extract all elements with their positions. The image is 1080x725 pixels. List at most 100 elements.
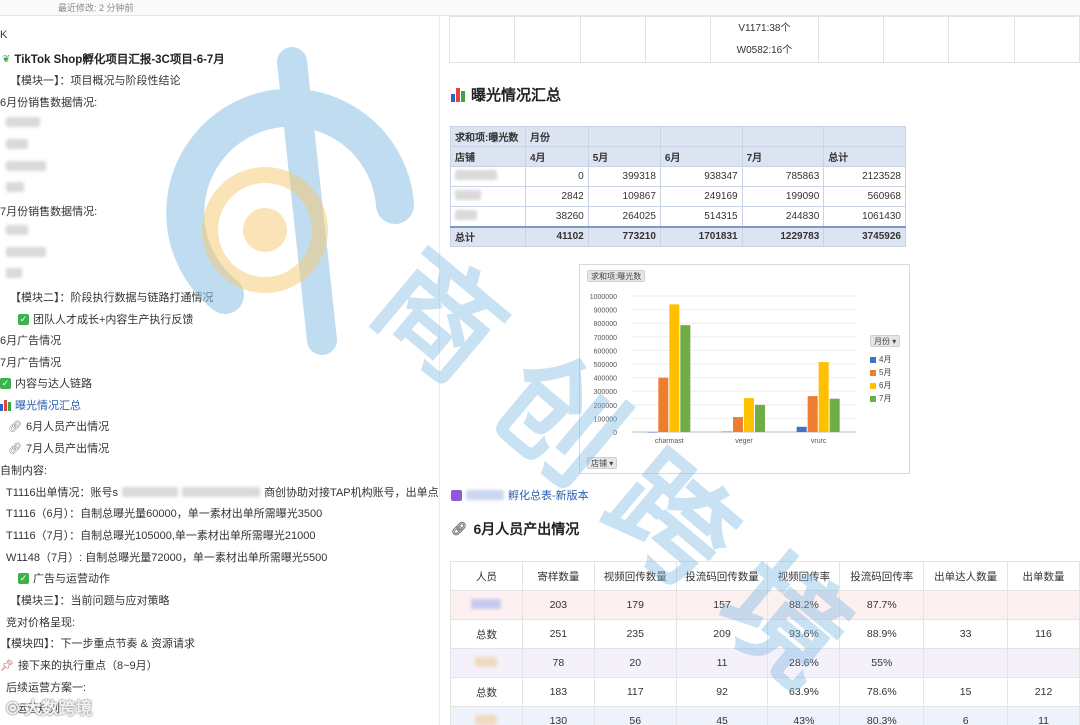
outline-item-title[interactable]: ❦ TikTok Shop孵化项目汇报-3C项目-6-7月	[2, 51, 225, 67]
y-tick-label: 100000	[594, 416, 617, 423]
outline-item-exposure[interactable]: 曝光情况汇总	[0, 397, 81, 413]
pivot-row-label: 店铺	[450, 146, 526, 167]
pivot-cell: 514315	[659, 206, 743, 227]
pivot-col-header: 6月	[659, 146, 743, 167]
table-cell: 56	[593, 706, 677, 725]
store-filter-button[interactable]: 店铺 ▾	[587, 457, 618, 469]
table-cell	[948, 16, 1015, 63]
outline-item-july-people[interactable]: 🔗︎ 7月人员产出情况	[8, 440, 109, 456]
paperclip-icon: 🔗︎	[8, 420, 22, 433]
pivot-col-header: 7月	[741, 146, 825, 167]
table-cell: 88.2%	[767, 590, 841, 620]
pivot-total-cell: 773210	[587, 225, 661, 247]
column-header: 寄样数量	[521, 561, 595, 591]
y-tick-label: 1000000	[590, 294, 617, 301]
outline-item-w1148-july[interactable]: W1148（7月）: 自制总曝光量72000，单一素材出单所需曝光5500	[6, 549, 327, 565]
last-modified-text: 最近修改: 2 分钟前	[58, 3, 134, 13]
outline-item-ads-ops[interactable]: ✓ 广告与运营动作	[18, 570, 110, 586]
table-cell	[579, 16, 646, 63]
outline-item-next-focus[interactable]: 📌︎ 接下来的执行重点（8~9月）	[0, 657, 158, 673]
cell-value: W0582:16个	[736, 44, 793, 56]
column-header: 人员	[450, 561, 523, 591]
table-cell: 87.7%	[839, 590, 925, 620]
checkbox-icon: ✓	[18, 313, 29, 325]
table-cell: 117	[593, 677, 677, 707]
pivot-total-label: 总计	[450, 225, 526, 247]
exposure-heading: 曝光情况汇总	[451, 84, 561, 105]
redacted-person	[450, 706, 523, 725]
table-cell: 80.3%	[839, 706, 925, 725]
bar-5月	[658, 377, 669, 432]
exposure-bar-chart: 求和项:曝光数 0 100000 200000 300000 400000 500000 6…	[579, 264, 910, 474]
outline-collapse-button[interactable]: K	[0, 29, 7, 41]
y-tick-label: 200000	[594, 403, 617, 410]
table-cell: 63.9%	[767, 677, 841, 707]
column-header: 投流码回传数量	[675, 561, 769, 591]
pivot-total-cell: 1701831	[659, 225, 743, 247]
checkbox-icon: ✓	[0, 377, 11, 389]
pivot-cell: 938347	[659, 166, 743, 187]
table-cell: 45	[675, 706, 769, 725]
outline-item-t1116-order[interactable]: T1116出单情况：账号s 商创协助对接TAP机构账号，出单点...	[6, 484, 439, 500]
column-header: 投流码回传率	[839, 561, 925, 591]
outline-item-plan1[interactable]: 后续运营方案一:	[6, 679, 86, 695]
pivot-cell: 244830	[741, 206, 825, 227]
pivot-cell: 2123528	[823, 166, 906, 187]
table-cell: 88.9%	[839, 619, 925, 649]
outline-item-june-sales[interactable]: 6月份销售数据情况:	[0, 94, 97, 110]
doc-link-total-table[interactable]: 孵化总表-新版本	[451, 487, 589, 503]
redacted-store	[450, 206, 526, 227]
y-tick-label: 700000	[594, 335, 617, 342]
outline-item-module1[interactable]: 【模块一】：项目概况与阶段性结论	[10, 72, 181, 88]
outline-item-july-ads[interactable]: 7月广告情况	[0, 354, 61, 370]
pivot-row: 38260 264025 514315 244830 1061430	[450, 206, 906, 227]
paperclip-icon: 🔗︎	[8, 442, 22, 455]
outline-item-t1116-june[interactable]: T1116（6月）：自制总曝光量60000，单一素材出单所需曝光3500	[6, 505, 322, 521]
table-cell: 209	[675, 619, 769, 649]
table-cell	[514, 16, 581, 63]
bar-7月	[829, 398, 840, 432]
outline-item-team[interactable]: ✓ 团队人才成长+内容生产执行反馈	[18, 311, 193, 327]
legend-item: 6月	[870, 379, 891, 392]
table-cell: 55%	[839, 648, 925, 678]
pivot-corner: 求和项:曝光数	[450, 126, 526, 147]
document-outline: K ❦ TikTok Shop孵化项目汇报-3C项目-6-7月 【模块一】：项目…	[0, 16, 440, 725]
bar-7月	[680, 325, 691, 432]
outline-item-self-content[interactable]: 自制内容:	[0, 462, 47, 478]
outline-item-june-ads[interactable]: 6月广告情况	[0, 332, 61, 348]
legend-filter-button[interactable]: 月份 ▾	[870, 335, 901, 347]
y-tick-label: 600000	[594, 348, 617, 355]
outline-item-module4[interactable]: 【模块四】：下一步重点节奏 & 资源请求	[0, 635, 195, 651]
bar-4月	[722, 431, 732, 433]
pivot-total-row: 总计 41102 773210 1701831 1229783 3745926	[450, 225, 906, 247]
table-cell	[1007, 590, 1080, 620]
redacted-person	[450, 590, 523, 620]
outline-item-july-sales[interactable]: 7月份销售数据情况:	[0, 203, 97, 219]
table-cell: 总数	[450, 619, 523, 649]
redacted-line	[6, 139, 28, 149]
table-cell: 130	[521, 706, 595, 725]
outline-item-t1116-july[interactable]: T1116（7月）：自制总曝光105000,单一素材出单所需曝光21000	[6, 527, 316, 543]
y-tick-label: 800000	[594, 321, 617, 328]
weibo-icon: ⦾	[6, 699, 20, 718]
legend-item: 5月	[870, 366, 891, 379]
outline-item-june-people[interactable]: 🔗︎ 6月人员产出情况	[8, 418, 109, 434]
table-cell	[883, 16, 950, 63]
table-cell	[1013, 16, 1080, 63]
document-body: V1171:38个 W0582:16个 曝光情况汇总 求和项:曝光数 月份 店铺…	[441, 16, 1080, 725]
outline-item-module2[interactable]: 【模块二】：阶段执行数据与链路打通情况	[10, 289, 214, 305]
bar-5月	[807, 396, 818, 432]
june-people-heading: 🔗︎ 6月人员产出情况	[451, 521, 580, 537]
outline-item-price[interactable]: 竞对价格呈现:	[6, 614, 75, 630]
redacted-line	[6, 182, 24, 192]
top-partial-table: V1171:38个 W0582:16个	[448, 16, 1080, 63]
outline-item-module3[interactable]: 【模块三】：当前问题与应对策略	[10, 592, 170, 608]
pivot-cell: 560968	[823, 186, 906, 207]
column-header: 视频回传率	[767, 561, 841, 591]
legend-label: 6月	[879, 381, 892, 390]
y-tick-label: 400000	[594, 376, 617, 383]
pivot-col-header: 5月	[587, 146, 661, 167]
exposure-pivot-table: 求和项:曝光数 月份 店铺 4月 5月 6月 7月 总计 0 399318 93…	[450, 126, 906, 247]
outline-item-content-link[interactable]: ✓ 内容与达人链路	[0, 375, 92, 391]
pivot-cell: 1061430	[823, 206, 906, 227]
